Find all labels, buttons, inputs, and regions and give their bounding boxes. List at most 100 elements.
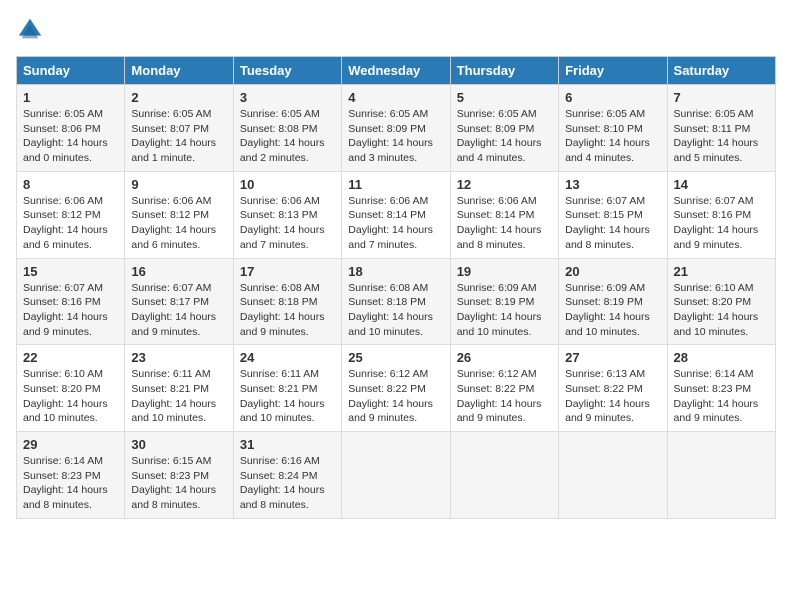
logo-icon xyxy=(16,16,44,44)
day-info: Sunrise: 6:06 AM Sunset: 8:13 PM Dayligh… xyxy=(240,194,335,253)
calendar-cell: 1 Sunrise: 6:05 AM Sunset: 8:06 PM Daylig… xyxy=(17,85,125,172)
day-info: Sunrise: 6:07 AM Sunset: 8:16 PM Dayligh… xyxy=(23,281,118,340)
day-number: 28 xyxy=(674,350,769,365)
day-number: 22 xyxy=(23,350,118,365)
calendar-cell: 25 Sunrise: 6:12 AM Sunset: 8:22 PM Dayli… xyxy=(342,345,450,432)
day-info: Sunrise: 6:06 AM Sunset: 8:12 PM Dayligh… xyxy=(23,194,118,253)
day-info: Sunrise: 6:06 AM Sunset: 8:14 PM Dayligh… xyxy=(348,194,443,253)
calendar-cell: 15 Sunrise: 6:07 AM Sunset: 8:16 PM Dayli… xyxy=(17,258,125,345)
day-number: 20 xyxy=(565,264,660,279)
day-number: 25 xyxy=(348,350,443,365)
day-number: 1 xyxy=(23,90,118,105)
calendar-cell xyxy=(342,432,450,519)
logo xyxy=(16,16,48,44)
day-info: Sunrise: 6:05 AM Sunset: 8:08 PM Dayligh… xyxy=(240,107,335,166)
calendar-cell: 17 Sunrise: 6:08 AM Sunset: 8:18 PM Dayli… xyxy=(233,258,341,345)
calendar-cell: 24 Sunrise: 6:11 AM Sunset: 8:21 PM Dayli… xyxy=(233,345,341,432)
day-number: 15 xyxy=(23,264,118,279)
calendar-cell: 4 Sunrise: 6:05 AM Sunset: 8:09 PM Daylig… xyxy=(342,85,450,172)
day-info: Sunrise: 6:05 AM Sunset: 8:06 PM Dayligh… xyxy=(23,107,118,166)
day-info: Sunrise: 6:05 AM Sunset: 8:11 PM Dayligh… xyxy=(674,107,769,166)
day-info: Sunrise: 6:06 AM Sunset: 8:14 PM Dayligh… xyxy=(457,194,552,253)
calendar-cell: 9Sunrise: 6:06 AM Sunset: 8:12 PM Daylig… xyxy=(125,171,233,258)
day-number: 10 xyxy=(240,177,335,192)
calendar-cell: 11 Sunrise: 6:06 AM Sunset: 8:14 PM Dayli… xyxy=(342,171,450,258)
day-number: 13 xyxy=(565,177,660,192)
calendar-cell: 26 Sunrise: 6:12 AM Sunset: 8:22 PM Dayli… xyxy=(450,345,558,432)
day-info: Sunrise: 6:14 AM Sunset: 8:23 PM Dayligh… xyxy=(674,367,769,426)
day-info: Sunrise: 6:05 AM Sunset: 8:10 PM Dayligh… xyxy=(565,107,660,166)
calendar-cell: 19Sunrise: 6:09 AM Sunset: 8:19 PM Dayli… xyxy=(450,258,558,345)
day-info: Sunrise: 6:06 AM Sunset: 8:12 PM Dayligh… xyxy=(131,194,226,253)
day-number: 14 xyxy=(674,177,769,192)
day-info: Sunrise: 6:07 AM Sunset: 8:17 PM Dayligh… xyxy=(131,281,226,340)
calendar-week-row: 22 Sunrise: 6:10 AM Sunset: 8:20 PM Dayli… xyxy=(17,345,776,432)
day-info: Sunrise: 6:05 AM Sunset: 8:09 PM Dayligh… xyxy=(348,107,443,166)
day-number: 26 xyxy=(457,350,552,365)
calendar-cell: 20Sunrise: 6:09 AM Sunset: 8:19 PM Dayli… xyxy=(559,258,667,345)
day-number: 24 xyxy=(240,350,335,365)
day-info: Sunrise: 6:11 AM Sunset: 8:21 PM Dayligh… xyxy=(131,367,226,426)
calendar-cell: 21 Sunrise: 6:10 AM Sunset: 8:20 PM Dayli… xyxy=(667,258,775,345)
day-info: Sunrise: 6:14 AM Sunset: 8:23 PM Dayligh… xyxy=(23,454,118,513)
day-number: 27 xyxy=(565,350,660,365)
day-number: 5 xyxy=(457,90,552,105)
day-number: 30 xyxy=(131,437,226,452)
day-info: Sunrise: 6:11 AM Sunset: 8:21 PM Dayligh… xyxy=(240,367,335,426)
day-info: Sunrise: 6:13 AM Sunset: 8:22 PM Dayligh… xyxy=(565,367,660,426)
day-number: 31 xyxy=(240,437,335,452)
calendar-cell: 22 Sunrise: 6:10 AM Sunset: 8:20 PM Dayli… xyxy=(17,345,125,432)
day-number: 12 xyxy=(457,177,552,192)
calendar-header-row: SundayMondayTuesdayWednesdayThursdayFrid… xyxy=(17,57,776,85)
day-info: Sunrise: 6:15 AM Sunset: 8:23 PM Dayligh… xyxy=(131,454,226,513)
day-number: 4 xyxy=(348,90,443,105)
calendar-table: SundayMondayTuesdayWednesdayThursdayFrid… xyxy=(16,56,776,519)
calendar-cell: 13 Sunrise: 6:07 AM Sunset: 8:15 PM Dayli… xyxy=(559,171,667,258)
day-number: 3 xyxy=(240,90,335,105)
day-number: 21 xyxy=(674,264,769,279)
calendar-cell: 14 Sunrise: 6:07 AM Sunset: 8:16 PM Dayli… xyxy=(667,171,775,258)
day-number: 17 xyxy=(240,264,335,279)
header-thursday: Thursday xyxy=(450,57,558,85)
day-number: 2 xyxy=(131,90,226,105)
calendar-cell: 10 Sunrise: 6:06 AM Sunset: 8:13 PM Dayli… xyxy=(233,171,341,258)
header-monday: Monday xyxy=(125,57,233,85)
day-info: Sunrise: 6:07 AM Sunset: 8:15 PM Dayligh… xyxy=(565,194,660,253)
calendar-cell xyxy=(450,432,558,519)
calendar-cell: 8 Sunrise: 6:06 AM Sunset: 8:12 PM Daylig… xyxy=(17,171,125,258)
day-info: Sunrise: 6:07 AM Sunset: 8:16 PM Dayligh… xyxy=(674,194,769,253)
calendar-cell: 18Sunrise: 6:08 AM Sunset: 8:18 PM Dayli… xyxy=(342,258,450,345)
day-info: Sunrise: 6:05 AM Sunset: 8:09 PM Dayligh… xyxy=(457,107,552,166)
calendar-week-row: 1 Sunrise: 6:05 AM Sunset: 8:06 PM Daylig… xyxy=(17,85,776,172)
calendar-cell: 3 Sunrise: 6:05 AM Sunset: 8:08 PM Daylig… xyxy=(233,85,341,172)
calendar-cell: 29 Sunrise: 6:14 AM Sunset: 8:23 PM Dayli… xyxy=(17,432,125,519)
day-number: 29 xyxy=(23,437,118,452)
day-info: Sunrise: 6:12 AM Sunset: 8:22 PM Dayligh… xyxy=(457,367,552,426)
calendar-cell: 7Sunrise: 6:05 AM Sunset: 8:11 PM Daylig… xyxy=(667,85,775,172)
calendar-cell xyxy=(667,432,775,519)
day-info: Sunrise: 6:05 AM Sunset: 8:07 PM Dayligh… xyxy=(131,107,226,166)
day-info: Sunrise: 6:16 AM Sunset: 8:24 PM Dayligh… xyxy=(240,454,335,513)
page-header xyxy=(16,16,776,44)
calendar-cell: 6 Sunrise: 6:05 AM Sunset: 8:10 PM Daylig… xyxy=(559,85,667,172)
day-number: 8 xyxy=(23,177,118,192)
header-friday: Friday xyxy=(559,57,667,85)
calendar-cell: 2 Sunrise: 6:05 AM Sunset: 8:07 PM Daylig… xyxy=(125,85,233,172)
header-saturday: Saturday xyxy=(667,57,775,85)
calendar-cell: 28 Sunrise: 6:14 AM Sunset: 8:23 PM Dayli… xyxy=(667,345,775,432)
header-tuesday: Tuesday xyxy=(233,57,341,85)
calendar-cell: 12 Sunrise: 6:06 AM Sunset: 8:14 PM Dayli… xyxy=(450,171,558,258)
day-info: Sunrise: 6:08 AM Sunset: 8:18 PM Dayligh… xyxy=(240,281,335,340)
calendar-cell: 23Sunrise: 6:11 AM Sunset: 8:21 PM Dayli… xyxy=(125,345,233,432)
calendar-week-row: 15 Sunrise: 6:07 AM Sunset: 8:16 PM Dayli… xyxy=(17,258,776,345)
day-number: 11 xyxy=(348,177,443,192)
day-number: 16 xyxy=(131,264,226,279)
day-number: 6 xyxy=(565,90,660,105)
day-info: Sunrise: 6:12 AM Sunset: 8:22 PM Dayligh… xyxy=(348,367,443,426)
calendar-cell: 5 Sunrise: 6:05 AM Sunset: 8:09 PM Daylig… xyxy=(450,85,558,172)
day-info: Sunrise: 6:10 AM Sunset: 8:20 PM Dayligh… xyxy=(674,281,769,340)
calendar-week-row: 8 Sunrise: 6:06 AM Sunset: 8:12 PM Daylig… xyxy=(17,171,776,258)
calendar-week-row: 29 Sunrise: 6:14 AM Sunset: 8:23 PM Dayli… xyxy=(17,432,776,519)
day-info: Sunrise: 6:08 AM Sunset: 8:18 PM Dayligh… xyxy=(348,281,443,340)
day-info: Sunrise: 6:10 AM Sunset: 8:20 PM Dayligh… xyxy=(23,367,118,426)
